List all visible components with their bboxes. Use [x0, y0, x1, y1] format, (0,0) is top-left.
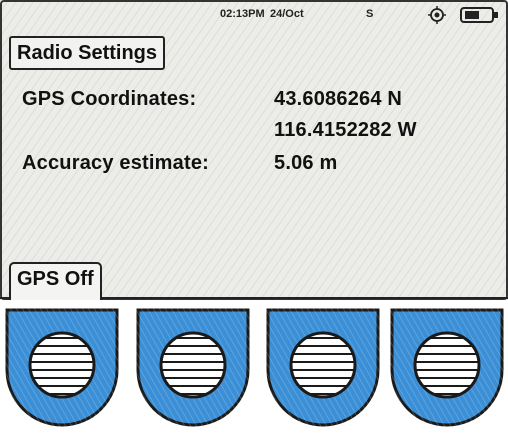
accuracy-label: Accuracy estimate:	[22, 152, 210, 174]
device-screen: 02:13PM 24/Oct S Radio Settings GPS Coor…	[0, 0, 508, 300]
softkey-graphic	[0, 307, 213, 431]
latitude-value: 43.6086264 N	[274, 88, 403, 110]
gps-coordinates-label: GPS Coordinates:	[22, 88, 197, 110]
softkey-graphic	[144, 307, 474, 431]
page-title: Radio Settings	[9, 36, 166, 70]
signal-indicator: S	[366, 8, 374, 20]
battery-icon	[460, 7, 498, 23]
accuracy-value: 5.06 m	[274, 152, 338, 174]
status-time: 02:13PM	[220, 8, 265, 20]
gps-fix-icon	[428, 6, 446, 24]
gps-off-tab[interactable]: GPS Off	[9, 262, 102, 300]
softkey-3[interactable]	[144, 307, 474, 431]
longitude-value: 116.4152282 W	[274, 119, 417, 141]
softkey-graphic	[14, 307, 344, 431]
status-date: 24/Oct	[270, 8, 304, 20]
softkey-2[interactable]	[14, 307, 344, 431]
softkey-1[interactable]	[0, 307, 213, 431]
softkey-4[interactable]	[268, 307, 508, 431]
softkey-graphic	[268, 307, 508, 431]
